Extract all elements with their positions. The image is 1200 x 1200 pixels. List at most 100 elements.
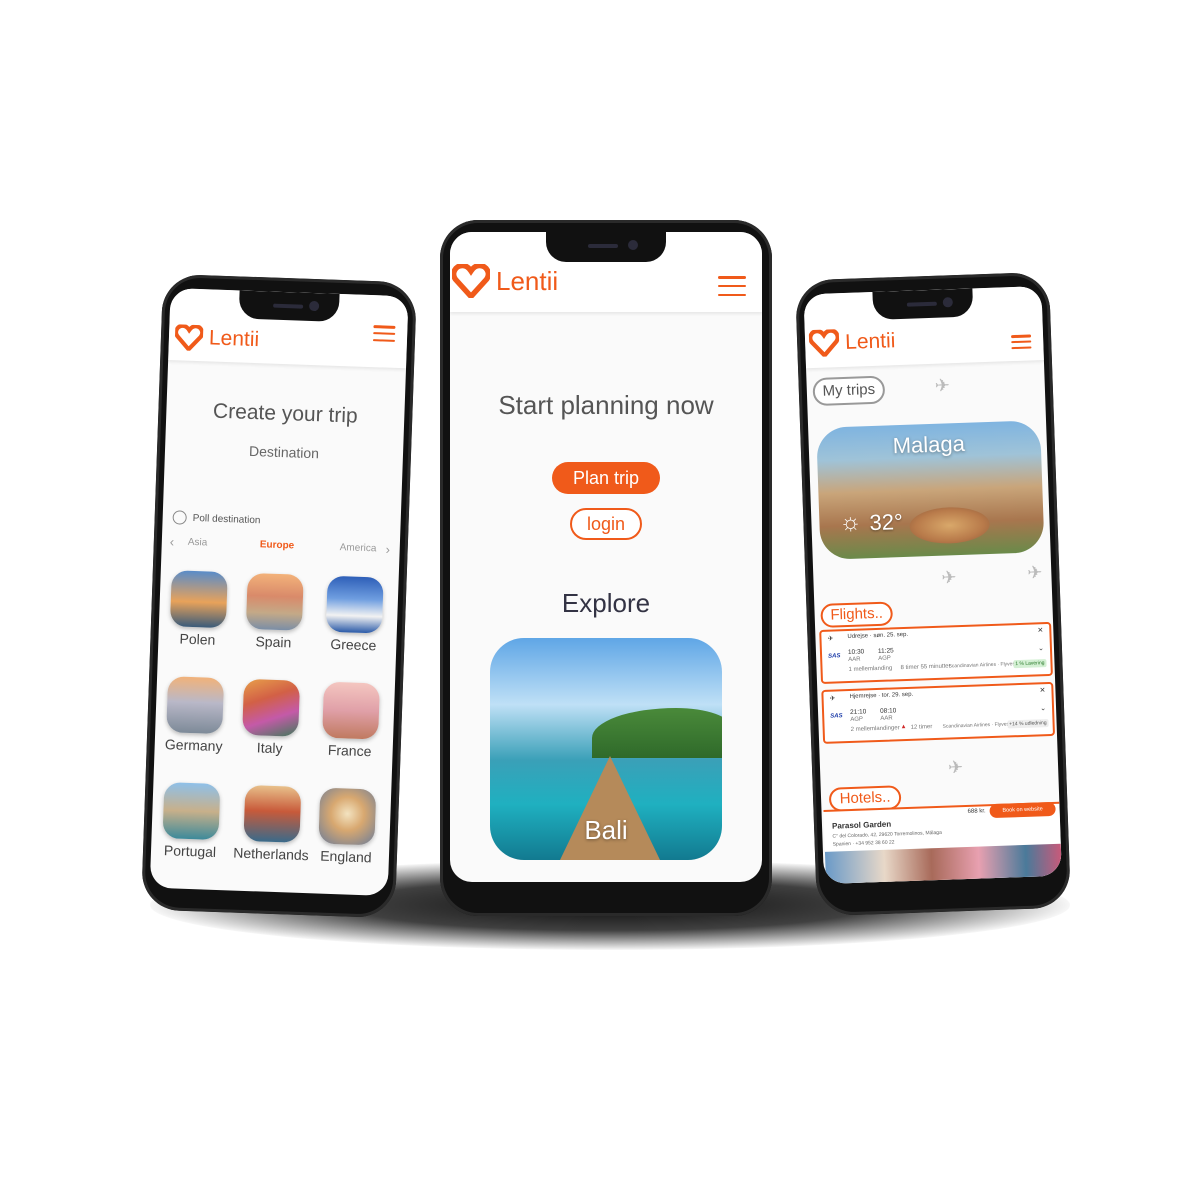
featured-destination-card[interactable]: Bali (490, 638, 722, 860)
heart-logo-icon (452, 264, 490, 298)
country-photo (322, 681, 381, 740)
stops: 1 mellemlanding (848, 665, 893, 673)
right-screen: Lentii My trips ✈ Malaga ☼ 32° ✈ ✈ Fligh… (803, 286, 1062, 884)
book-button[interactable]: Book on website (989, 801, 1056, 819)
region-selector: ‹ Asia Europe America › (167, 534, 393, 560)
left-phone: Lentii Create your trip Destination Poll… (140, 273, 418, 919)
flight-header: Udrejse · søn. 25. sep. (847, 631, 909, 641)
arr-time: 08:10 (879, 707, 897, 715)
hotel-price: 688 kr. (967, 808, 986, 815)
dep-time: 10:30 (847, 648, 865, 657)
brand-name: Lentii (496, 265, 559, 296)
plane-icon: ✈ (934, 375, 951, 396)
my-trips-tab[interactable]: My trips (812, 375, 886, 407)
poll-destination[interactable]: Poll destination (172, 510, 261, 527)
plane-icon: ✈ (1026, 562, 1043, 583)
poll-checkbox[interactable] (172, 510, 187, 525)
country-label: Polen (179, 630, 216, 648)
right-logo[interactable]: Lentii (808, 327, 896, 358)
flight-card-outbound[interactable]: ✈ Udrejse · søn. 25. sep. ✕ SAS 10:30 11… (819, 621, 1053, 684)
login-button[interactable]: login (570, 508, 642, 540)
airline-logo: SAS (830, 713, 843, 720)
dep-time: 21:10 (849, 708, 867, 716)
center-logo[interactable]: Lentii (452, 264, 558, 298)
region-next[interactable]: America (340, 542, 377, 554)
country-label: France (327, 741, 372, 760)
country-greece[interactable]: Greece (320, 575, 389, 654)
from-code: AGP (850, 716, 864, 723)
menu-icon[interactable] (718, 276, 746, 296)
plane-icon: ✈ (947, 757, 964, 778)
start-headline: Start planning now (498, 390, 714, 420)
hotel-card[interactable]: Parasol Garden C° del Colorado, 42, 2962… (823, 801, 1062, 884)
country-label: Portugal (163, 842, 217, 860)
right-notch (872, 288, 974, 320)
left-screen: Lentii Create your trip Destination Poll… (149, 288, 409, 896)
destination-label: Destination (248, 442, 320, 462)
country-photo (245, 572, 304, 631)
plan-trip-button[interactable]: Plan trip (552, 462, 660, 494)
plane-icon: ✈ (827, 635, 834, 643)
heart-logo-icon (808, 329, 840, 358)
left-logo[interactable]: Lentii (174, 324, 260, 353)
temperature: 32° (869, 509, 904, 536)
region-prev[interactable]: Asia (188, 537, 208, 549)
hotel-phone: Spanien · +34 952 38 60 22 (832, 839, 895, 848)
plane-icon: ✈ (941, 567, 957, 588)
center-notch (546, 232, 666, 262)
region-current[interactable]: Europe (260, 539, 295, 551)
sun-icon: ☼ (838, 508, 862, 537)
to-code: AAR (880, 715, 893, 722)
country-france[interactable]: France (316, 681, 385, 759)
warning-icon: ▲ (900, 724, 907, 731)
heart-logo-icon (174, 324, 204, 352)
close-icon[interactable]: ✕ (1037, 626, 1043, 634)
country-photo (243, 784, 302, 843)
brand-name: Lentii (844, 328, 896, 354)
page-title: Create your trip (212, 399, 359, 428)
brand-name: Lentii (208, 326, 260, 352)
emission-badge: 1 % Lavering (1013, 659, 1047, 669)
arr-time: 11:25 (877, 647, 894, 655)
airline-logo: SAS (828, 653, 841, 660)
chevron-right-icon[interactable]: › (385, 542, 390, 557)
country-germany[interactable]: Germany (160, 676, 229, 754)
emission-badge: +14 % udledning (1007, 719, 1049, 729)
center-screen: Lentii Start planning now Plan trip logi… (450, 232, 762, 882)
center-phone: Lentii Start planning now Plan trip logi… (440, 220, 772, 916)
country-label: England (319, 847, 372, 866)
country-polen[interactable]: Polen (164, 570, 233, 648)
featured-label: Bali (584, 815, 628, 845)
menu-icon[interactable] (372, 325, 396, 342)
close-icon[interactable]: ✕ (1039, 686, 1045, 694)
trip-card-malaga[interactable]: Malaga ☼ 32° (816, 420, 1045, 560)
country-photo (242, 678, 301, 737)
hotel-address: C° del Colorado, 42, 29620 Torremolinos,… (832, 829, 942, 840)
stops: 2 mellemlandinger (850, 725, 900, 733)
country-portugal[interactable]: Portugal (157, 782, 226, 860)
right-phone: Lentii My trips ✈ Malaga ☼ 32° ✈ ✈ Fligh… (794, 271, 1072, 917)
to-code: AGP (878, 655, 892, 662)
chevron-down-icon[interactable]: ⌄ (1040, 704, 1046, 712)
country-england[interactable]: England (313, 787, 382, 865)
country-spain[interactable]: Spain (240, 572, 309, 651)
country-label: Italy (256, 739, 283, 757)
flight-card-return[interactable]: ✈ Hjemrejse · tor. 29. sep. ✕ SAS 21:10 … (821, 681, 1056, 744)
flights-label: Flights.. (820, 601, 894, 628)
country-label: Greece (330, 635, 377, 654)
trip-destination: Malaga (892, 430, 966, 459)
country-label: Germany (164, 736, 223, 755)
country-italy[interactable]: Italy (236, 678, 305, 757)
arena-shape (909, 505, 991, 545)
from-code: AAR (848, 656, 861, 663)
chevron-left-icon[interactable]: ‹ (170, 534, 175, 549)
country-netherlands[interactable]: Netherlands (233, 784, 312, 864)
chevron-down-icon[interactable]: ⌄ (1038, 644, 1044, 652)
country-photo (162, 782, 221, 841)
country-photo (166, 676, 225, 735)
country-photo (325, 575, 384, 634)
explore-title: Explore (561, 588, 651, 618)
menu-icon[interactable] (1011, 334, 1032, 350)
plane-icon: ✈ (829, 695, 836, 703)
poll-label: Poll destination (192, 512, 261, 526)
